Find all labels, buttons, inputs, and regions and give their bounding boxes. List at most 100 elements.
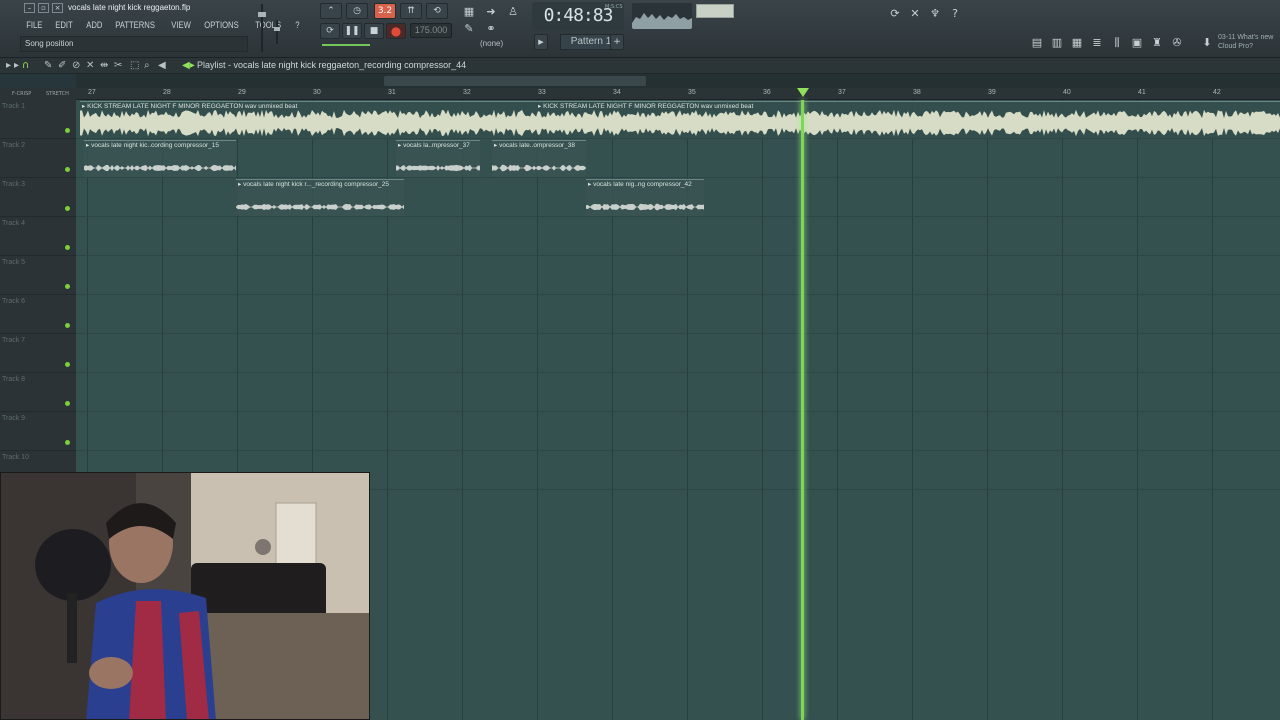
menu-add[interactable]: ADD bbox=[82, 18, 107, 32]
tempo-display[interactable]: 175.000 bbox=[410, 23, 452, 38]
metronome-icon[interactable]: ⌃ bbox=[320, 3, 342, 19]
track-mute-led[interactable] bbox=[65, 323, 70, 328]
refresh-icon[interactable]: ⟳ bbox=[886, 5, 904, 23]
bar-gridline bbox=[762, 100, 763, 720]
master-pitch-slider[interactable] bbox=[274, 20, 280, 44]
track-header[interactable]: Track 4 bbox=[0, 217, 76, 256]
track-header[interactable]: Track 5 bbox=[0, 256, 76, 295]
slip-tool-icon[interactable]: ⇹ bbox=[100, 60, 108, 71]
audio-clip[interactable]: ▸ vocals late night kick r..._recording … bbox=[236, 179, 404, 216]
mixer-track-selector[interactable]: (none) bbox=[480, 39, 503, 48]
download-icon[interactable]: ⬇ bbox=[1198, 34, 1216, 52]
timeline-ruler[interactable]: 27 28 29 30 31 32 33 34 35 36 37 38 39 40 41 42 bbox=[76, 88, 1280, 100]
stop-button[interactable]: ■ bbox=[364, 23, 384, 39]
playlist-arrow-icon[interactable]: ◀▸ bbox=[182, 60, 195, 71]
pencil-icon[interactable]: ✎ bbox=[460, 20, 478, 38]
wrench-icon[interactable]: ✇ bbox=[1168, 34, 1186, 52]
browser-icon[interactable]: ▣ bbox=[1128, 34, 1146, 52]
paint-tool-icon[interactable]: ✐ bbox=[58, 60, 66, 71]
track-mute-led[interactable] bbox=[65, 206, 70, 211]
track-header[interactable]: Track 9 bbox=[0, 412, 76, 451]
bar-number: 39 bbox=[988, 89, 996, 96]
track-mute-led[interactable] bbox=[65, 167, 70, 172]
playback-tool-icon[interactable]: ◀ bbox=[158, 60, 166, 71]
menu-options[interactable]: OPTIONS bbox=[200, 18, 243, 32]
news-line-1: 03-11 What's new bbox=[1218, 34, 1274, 41]
stretch-label[interactable]: STRETCH bbox=[46, 91, 69, 97]
audio-clip[interactable]: ▸ vocals late nig..ng compressor_42 bbox=[586, 179, 704, 216]
wait-icon[interactable]: ◷ bbox=[346, 3, 368, 19]
arrow-right-icon[interactable]: ➜ bbox=[482, 3, 500, 21]
track-header[interactable]: Track 8 bbox=[0, 373, 76, 412]
blend-icon[interactable]: ⇈ bbox=[400, 3, 422, 19]
select-tool-icon[interactable]: ⬚ bbox=[130, 60, 139, 71]
bar-number: 41 bbox=[1138, 89, 1146, 96]
delete-tool-icon[interactable]: ⊘ bbox=[72, 60, 80, 71]
audio-clip[interactable]: ▸ KICK STREAM LATE NIGHT F MINOR REGGAET… bbox=[80, 101, 536, 138]
slice-tool-icon[interactable]: ✂ bbox=[114, 60, 122, 71]
audio-clip[interactable]: ▸ vocals late night kic..cording compres… bbox=[84, 140, 236, 177]
scrollbar-thumb[interactable] bbox=[384, 76, 646, 86]
track-mute-led[interactable] bbox=[65, 284, 70, 289]
track-header[interactable]: Track 2 bbox=[0, 139, 76, 178]
news-panel[interactable]: 03-11 What's new Cloud Pro? bbox=[1218, 33, 1273, 51]
magnet-icon[interactable]: ∩ bbox=[22, 60, 29, 71]
track-mute-led[interactable] bbox=[65, 362, 70, 367]
playhead[interactable] bbox=[801, 100, 804, 720]
pencil-tool-icon[interactable]: ✎ bbox=[44, 60, 52, 71]
track-mute-led[interactable] bbox=[65, 128, 70, 133]
help-icon[interactable]: ? bbox=[946, 5, 964, 23]
record-button[interactable]: ● bbox=[386, 23, 406, 39]
song-position-bar[interactable] bbox=[322, 44, 370, 46]
menu-patterns[interactable]: PATTERNS bbox=[111, 18, 159, 32]
typing-keyboard-icon[interactable]: ▦ bbox=[460, 3, 478, 21]
track-header[interactable]: Track 3 bbox=[0, 178, 76, 217]
channel-rack-icon[interactable]: ▦ bbox=[1068, 34, 1086, 52]
track-header[interactable]: Track 6 bbox=[0, 295, 76, 334]
pattern-prev-icon[interactable]: ▶ bbox=[534, 34, 548, 50]
bar-number: 28 bbox=[163, 89, 171, 96]
clip-waveform bbox=[586, 203, 704, 211]
audio-clip[interactable]: ▸ vocals late..ompressor_38 bbox=[492, 140, 586, 177]
restore-icon[interactable]: ▫ bbox=[38, 3, 49, 13]
song-pattern-toggle[interactable]: ⟳ bbox=[320, 23, 340, 39]
snap-label[interactable]: F-CRISP bbox=[12, 91, 31, 97]
playhead-marker-icon[interactable] bbox=[797, 88, 809, 97]
track-name: Track 5 bbox=[2, 259, 26, 266]
track-name: Track 6 bbox=[2, 298, 26, 305]
menu-view[interactable]: VIEW bbox=[167, 18, 195, 32]
audio-clip[interactable]: ▸ vocals la..mpressor_37 bbox=[396, 140, 480, 177]
pattern-add-icon[interactable]: + bbox=[610, 34, 624, 50]
track-mute-led[interactable] bbox=[65, 401, 70, 406]
menu-edit[interactable]: EDIT bbox=[51, 18, 77, 32]
mixer-icon[interactable]: ≣ bbox=[1088, 34, 1106, 52]
zoom-tool-icon[interactable]: ⌕ bbox=[144, 60, 150, 71]
step-mode-display[interactable]: 3.2 bbox=[374, 3, 396, 19]
microphone-icon[interactable]: ♆ bbox=[926, 5, 944, 23]
master-volume-slider[interactable] bbox=[258, 4, 266, 52]
mixer-faders-icon[interactable]: ⫼ bbox=[1108, 34, 1126, 52]
loop-record-icon[interactable]: ⟲ bbox=[426, 3, 448, 19]
tools-icon[interactable]: ✕ bbox=[906, 5, 924, 23]
pause-button[interactable]: ❚❚ bbox=[342, 23, 362, 39]
track-mute-led[interactable] bbox=[65, 245, 70, 250]
playlist-icon[interactable]: ▤ bbox=[1028, 34, 1046, 52]
menu-help[interactable]: ? bbox=[291, 18, 304, 32]
plugin-icon[interactable]: ♜ bbox=[1148, 34, 1166, 52]
playlist-options-icon[interactable]: ▸ bbox=[14, 60, 19, 71]
metronome-bell-icon[interactable]: ♙ bbox=[504, 3, 522, 21]
track-header[interactable]: Track 7 bbox=[0, 334, 76, 373]
horizontal-scrollbar[interactable] bbox=[76, 74, 1280, 88]
bar-number: 36 bbox=[763, 89, 771, 96]
mute-tool-icon[interactable]: ✕ bbox=[86, 60, 94, 71]
minimize-icon[interactable]: – bbox=[24, 3, 35, 13]
menu-file[interactable]: FILE bbox=[22, 18, 47, 32]
audio-clip[interactable]: ▸ KICK STREAM LATE NIGHT F MINOR REGGAET… bbox=[536, 101, 1280, 138]
close-icon[interactable]: × bbox=[52, 3, 63, 13]
track-header[interactable]: Track 1 bbox=[0, 100, 76, 139]
track-mute-led[interactable] bbox=[65, 440, 70, 445]
link-icon[interactable]: ⚭ bbox=[482, 20, 500, 38]
playlist-menu-icon[interactable]: ▸ bbox=[6, 60, 11, 71]
piano-roll-icon[interactable]: ▥ bbox=[1048, 34, 1066, 52]
track-divider bbox=[76, 450, 1280, 451]
